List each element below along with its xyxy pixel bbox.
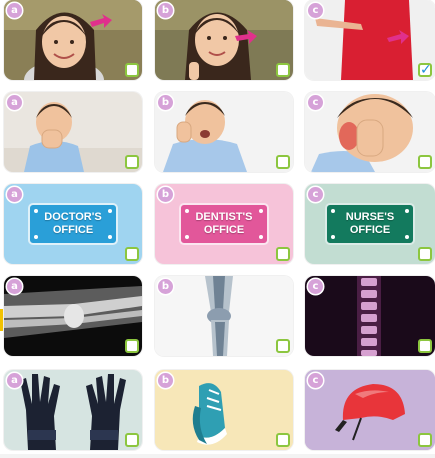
- left-edge-marker: [0, 309, 3, 331]
- answer-checkbox[interactable]: [125, 433, 139, 447]
- boy-earache-photo: [305, 92, 435, 172]
- option-letter-badge: c: [308, 95, 323, 110]
- sneakers-photo: [155, 370, 293, 450]
- option-letter-badge: a: [7, 3, 22, 18]
- nurses-office-sign: NURSE'S OFFICE: [325, 203, 415, 245]
- option-card-1a[interactable]: a: [4, 0, 142, 80]
- option-letter-badge: a: [7, 373, 22, 388]
- answer-checkbox[interactable]: [418, 247, 432, 261]
- gloves-photo: [4, 370, 142, 450]
- answer-checkbox[interactable]: [125, 247, 139, 261]
- sign-text-line1: DENTIST'S: [195, 211, 253, 223]
- answer-checkbox[interactable]: [276, 247, 290, 261]
- option-letter-badge: a: [7, 187, 22, 202]
- answer-checkbox[interactable]: ✓: [418, 63, 432, 77]
- sign-text-line2: OFFICE: [52, 224, 94, 236]
- knee-xray-photo: [155, 276, 293, 356]
- option-card-5c[interactable]: c: [305, 370, 435, 450]
- option-card-1b[interactable]: b: [155, 0, 293, 80]
- sign-text-line2: OFFICE: [349, 224, 391, 236]
- girl-pointing-mouth-photo: [155, 0, 293, 80]
- spine-xray-photo: [305, 276, 435, 356]
- option-letter-badge: c: [308, 187, 323, 202]
- option-card-3c[interactable]: NURSE'S OFFICE c: [305, 184, 435, 264]
- sign-text-line1: DOCTOR'S: [44, 211, 102, 223]
- answer-checkbox[interactable]: [276, 433, 290, 447]
- option-card-2b[interactable]: b: [155, 92, 293, 172]
- option-card-5b[interactable]: b: [155, 370, 293, 450]
- boy-toothache-photo: [155, 92, 293, 172]
- option-card-4b[interactable]: b: [155, 276, 293, 356]
- option-letter-badge: a: [7, 95, 22, 110]
- option-card-4c[interactable]: c: [305, 276, 435, 356]
- answer-checkbox[interactable]: [125, 63, 139, 77]
- answer-checkbox[interactable]: [276, 63, 290, 77]
- boy-coughing-photo: [4, 92, 142, 172]
- option-letter-badge: c: [308, 373, 323, 388]
- option-card-3a[interactable]: DOCTOR'S OFFICE a: [4, 184, 142, 264]
- option-letter-badge: b: [158, 279, 173, 294]
- answer-checkbox[interactable]: [125, 155, 139, 169]
- option-card-4a[interactable]: a: [4, 276, 142, 356]
- option-card-1c[interactable]: c ✓: [305, 0, 435, 80]
- answer-checkbox[interactable]: [276, 339, 290, 353]
- option-letter-badge: b: [158, 3, 173, 18]
- sign-text-line1: NURSE'S: [345, 211, 395, 223]
- picture-choice-grid: a b c ✓ a b c DOCTOR'S OFFICE a DENTIST'…: [0, 0, 435, 458]
- doctors-office-sign: DOCTOR'S OFFICE: [28, 203, 118, 245]
- page-bottom-edge: [0, 454, 435, 458]
- answer-checkbox[interactable]: [276, 155, 290, 169]
- option-card-2c[interactable]: c: [305, 92, 435, 172]
- option-letter-badge: b: [158, 187, 173, 202]
- girl-pointing-hair-photo: [4, 0, 142, 80]
- option-card-5a[interactable]: a: [4, 370, 142, 450]
- option-letter-badge: b: [158, 373, 173, 388]
- dentists-office-sign: DENTIST'S OFFICE: [179, 203, 269, 245]
- answer-checkbox[interactable]: [418, 339, 432, 353]
- option-letter-badge: a: [7, 279, 22, 294]
- woman-pointing-waist-photo: [305, 0, 435, 80]
- option-letter-badge: b: [158, 95, 173, 110]
- option-letter-badge: c: [308, 3, 323, 18]
- option-card-3b[interactable]: DENTIST'S OFFICE b: [155, 184, 293, 264]
- helmet-photo: [305, 370, 435, 450]
- answer-checkbox[interactable]: [125, 339, 139, 353]
- option-letter-badge: c: [308, 279, 323, 294]
- answer-checkbox[interactable]: [418, 155, 432, 169]
- answer-checkbox[interactable]: [418, 433, 432, 447]
- sign-text-line2: OFFICE: [203, 224, 245, 236]
- arm-xray-photo: [4, 276, 142, 356]
- option-card-2a[interactable]: a: [4, 92, 142, 172]
